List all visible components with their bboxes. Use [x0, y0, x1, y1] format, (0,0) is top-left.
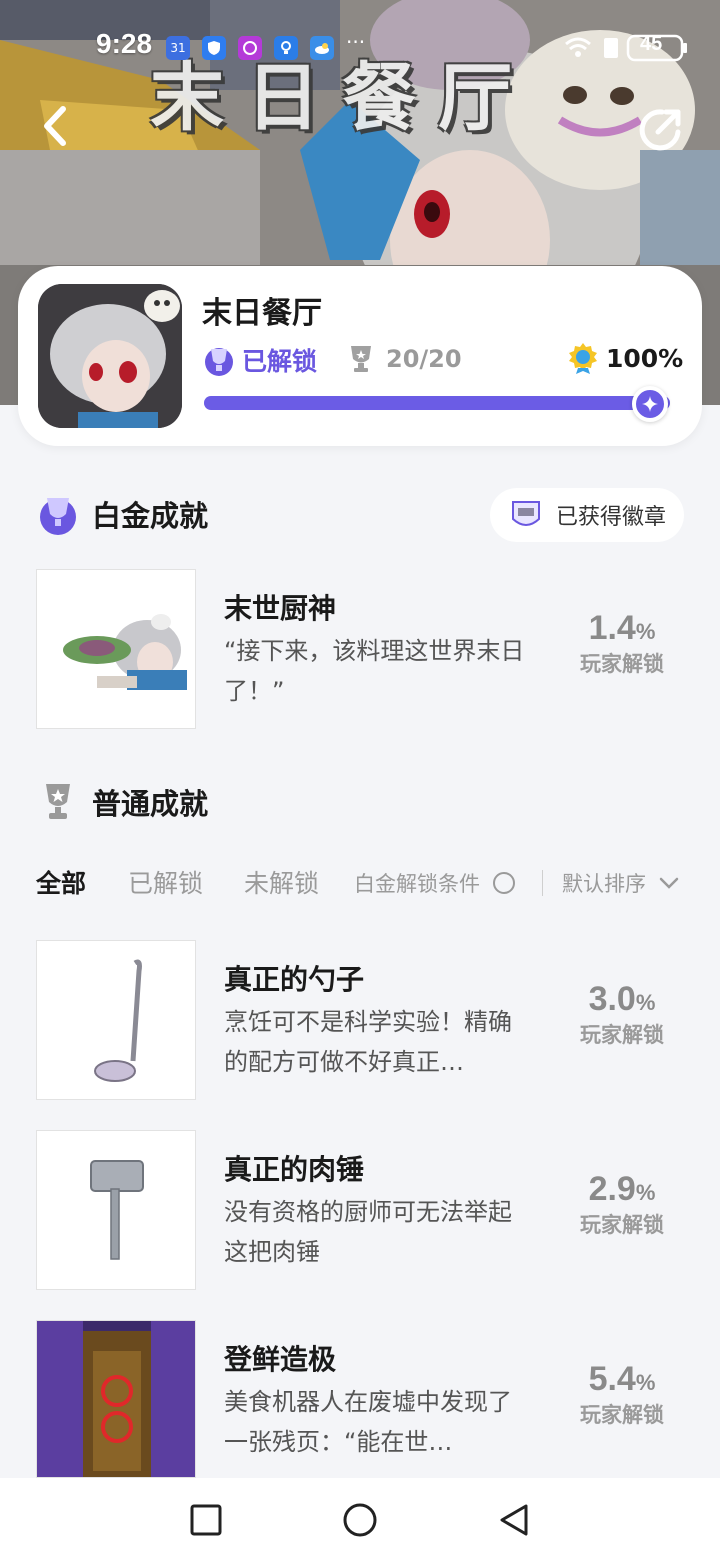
platinum-condition-toggle[interactable]: 白金解锁条件: [354, 868, 516, 898]
normal-section-title: 普通成就: [92, 787, 209, 821]
earned-badge-button[interactable]: 已获得徽章: [490, 488, 684, 542]
unlock-rate-number: 3.0: [588, 980, 636, 1018]
achievement-unlock-rate: 1.4% 玩家解锁: [572, 609, 672, 678]
achievement-desc: 没有资格的厨师可无法举起这把肉锤: [224, 1198, 512, 1266]
platinum-section-title: 白金成就: [92, 499, 209, 533]
achievement-icon: [36, 569, 196, 729]
progress-fill: [204, 396, 670, 410]
achievement-name: 真正的勺子: [224, 963, 365, 996]
platinum-section-header: 白金成就: [36, 492, 208, 536]
tab-locked[interactable]: 未解锁: [244, 864, 319, 900]
achievement-name: 末世厨神: [224, 592, 337, 625]
platinum-trophy-icon: [40, 498, 76, 535]
unlock-rate-number: 1.4: [588, 609, 636, 647]
earned-badge-label: 已获得徽章: [556, 505, 667, 530]
game-title: 末日餐厅: [202, 296, 322, 331]
chevron-left-icon: [44, 106, 66, 146]
completion-value: 100%: [606, 343, 684, 373]
battery-level: 45: [640, 33, 663, 55]
share-icon: [639, 109, 681, 151]
status-time: 9:28: [96, 28, 153, 59]
unlock-rate-label: 玩家解锁: [580, 1213, 664, 1237]
normal-section-header: 普通成就: [36, 780, 208, 824]
triangle-back-icon: [500, 1504, 528, 1536]
chevron-down-icon: [659, 877, 679, 889]
game-summary-card: 末日餐厅 已解锁 20/20 100%: [18, 266, 702, 446]
trophy-icon: [351, 346, 371, 372]
system-navigation-bar: [0, 1478, 720, 1560]
achievement-filter-bar: 全部 已解锁 未解锁 白金解锁条件 默认排序: [36, 864, 696, 904]
unlock-rate-number: 5.4: [588, 1360, 636, 1398]
bulb-icon: [274, 36, 298, 60]
achievement-unlock-rate: 5.4% 玩家解锁: [572, 1360, 672, 1429]
back-nav-button[interactable]: [494, 1500, 534, 1540]
unlock-label: 已解锁: [242, 347, 318, 376]
unlock-rate-label: 玩家解锁: [580, 1023, 664, 1047]
achievement-icon-meat-mallet: [36, 1130, 196, 1290]
more-notifications: ···: [346, 30, 366, 54]
sort-label: 默认排序: [562, 872, 646, 896]
trophy-count: 20/20: [386, 345, 462, 373]
achievement-desc: “接下来，该料理这世界末日了！”: [224, 637, 525, 705]
sort-dropdown[interactable]: 默认排序: [562, 868, 680, 898]
achievement-row[interactable]: 登鲜造极 美食机器人在废墟中发现了一张残页：“能在世… 5.4% 玩家解锁: [36, 1320, 684, 1478]
home-button[interactable]: [340, 1500, 380, 1540]
achievement-desc: 美食机器人在废墟中发现了一张残页：“能在世…: [224, 1388, 512, 1456]
achievement-unlock-rate: 3.0% 玩家解锁: [572, 980, 672, 1049]
trophy-counter: 20/20: [348, 344, 462, 374]
badge-icon: [512, 501, 540, 526]
sparkle-icon: [642, 396, 658, 412]
square-icon: [190, 1504, 222, 1536]
unlock-rate-number: 2.9: [588, 1170, 636, 1208]
calendar-icon: 31: [166, 36, 190, 60]
achievement-row[interactable]: 真正的勺子 烹饪可不是科学实验！精确的配方可做不好真正… 3.0% 玩家解锁: [36, 940, 684, 1100]
share-button[interactable]: [634, 100, 690, 156]
achievement-name: 登鲜造极: [224, 1343, 337, 1376]
achievement-icon-curtain-door: [36, 1320, 196, 1478]
completion-percent: 100%: [568, 342, 683, 374]
progress-star-knob: [632, 386, 668, 422]
app-notification-icon: [238, 36, 262, 60]
circle-icon: [343, 1503, 377, 1537]
unlock-rate-unit: %: [635, 1370, 656, 1395]
platinum-trophy-icon: [205, 348, 233, 376]
status-bar: 9:28 31 ··· 45: [0, 28, 720, 68]
platinum-condition-label: 白金解锁条件: [354, 872, 480, 896]
tab-all[interactable]: 全部: [36, 864, 86, 900]
unlock-rate-label: 玩家解锁: [580, 1403, 664, 1427]
recents-button[interactable]: [186, 1500, 226, 1540]
weather-icon: [310, 36, 334, 60]
unlock-rate-unit: %: [635, 1180, 656, 1205]
radio-circle-icon[interactable]: [492, 871, 516, 895]
achievement-unlock-rate: 2.9% 玩家解锁: [572, 1170, 672, 1239]
unlock-rate-unit: %: [635, 619, 656, 644]
achievement-desc: 烹饪可不是科学实验！精确的配方可做不好真正…: [224, 1008, 512, 1076]
tab-unlocked[interactable]: 已解锁: [128, 864, 203, 900]
system-status-icons: [565, 34, 687, 62]
medal-icon: [569, 343, 597, 374]
shield-icon: [202, 36, 226, 60]
filter-divider: [542, 870, 543, 896]
trophy-icon: [46, 784, 70, 819]
unlock-status: 已解锁: [202, 342, 317, 378]
unlock-rate-label: 玩家解锁: [580, 652, 664, 676]
unlock-rate-unit: %: [635, 990, 656, 1015]
completion-progress-bar: [204, 396, 670, 410]
back-button[interactable]: [30, 100, 82, 152]
achievement-name: 真正的肉锤: [224, 1153, 365, 1186]
game-cover-image[interactable]: [38, 284, 182, 428]
achievement-row-platinum[interactable]: 末世厨神 “接下来，该料理这世界末日了！” 1.4% 玩家解锁: [36, 569, 684, 729]
achievement-row[interactable]: 真正的肉锤 没有资格的厨师可无法举起这把肉锤 2.9% 玩家解锁: [36, 1130, 684, 1290]
achievement-icon-ladle: [36, 940, 196, 1100]
